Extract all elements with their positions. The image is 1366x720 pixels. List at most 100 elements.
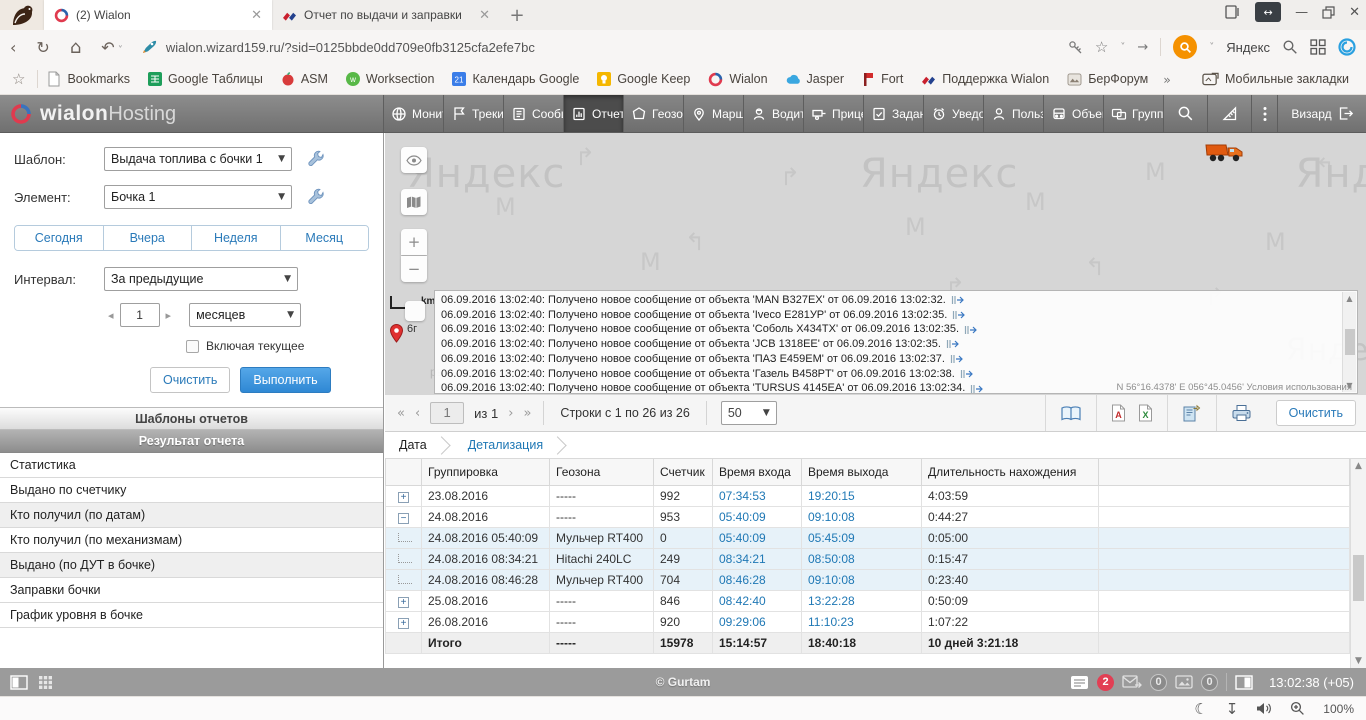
cell-time-out[interactable]: 09:10:08 <box>802 569 922 590</box>
col-counter[interactable]: Счетчик <box>654 459 713 485</box>
goto-message-icon[interactable] <box>950 354 964 364</box>
sound-icon[interactable] <box>1256 702 1272 715</box>
goto-message-icon[interactable] <box>964 325 978 335</box>
map-pin-icon[interactable] <box>389 323 404 343</box>
password-key-icon[interactable] <box>1068 40 1083 55</box>
bookmark-item[interactable]: Bookmarks <box>38 71 139 87</box>
tab-date[interactable]: Дата <box>385 438 433 452</box>
report-section-item[interactable]: Кто получил (по механизмам) <box>0 528 383 553</box>
more-menu-button[interactable] <box>1252 95 1278 132</box>
cell-time-in[interactable]: 08:46:28 <box>713 569 802 590</box>
table-row[interactable]: 24.08.2016 ----- 953 05:40:09 09:10:08 0… <box>386 506 1350 527</box>
page-size-select[interactable]: 50▼ <box>721 401 777 425</box>
find-icon[interactable] <box>1282 39 1298 55</box>
browser-tab[interactable]: Отчет по выдачи и заправки ✕ <box>272 0 500 30</box>
expand-toggle[interactable] <box>398 575 412 584</box>
templates-section-header[interactable]: Шаблоны отчетов <box>0 407 383 430</box>
bookmark-item[interactable]: Поддержка Wialon <box>912 72 1058 86</box>
export-pdf-button[interactable]: A X <box>1096 395 1167 431</box>
zoom-out-button[interactable]: − <box>401 256 427 282</box>
period-button[interactable]: Неделя <box>192 226 281 250</box>
table-row[interactable]: 23.08.2016 ----- 992 07:34:53 19:20:15 4… <box>386 485 1350 506</box>
apps-grid-icon[interactable] <box>1310 39 1326 55</box>
next-page-button[interactable]: › <box>508 406 513 421</box>
print-button[interactable] <box>1216 395 1266 431</box>
toggle-right-panel-icon[interactable] <box>1235 675 1253 690</box>
logout-button[interactable]: Визард <box>1278 95 1366 132</box>
clear-report-button[interactable]: Очистить <box>1276 400 1356 426</box>
cell-time-out[interactable]: 19:20:15 <box>802 485 922 506</box>
report-section-item[interactable]: Выдано (по ДУТ в бочке) <box>0 553 383 578</box>
bookmark-item[interactable]: БерФорум <box>1058 72 1157 86</box>
report-view-button[interactable] <box>1045 395 1096 431</box>
report-section-item[interactable]: Кто получил (по датам) <box>0 503 383 528</box>
nav-tab[interactable]: Геозон <box>624 95 684 132</box>
interval-select[interactable]: За предыдущие▼ <box>104 267 298 291</box>
search-engine-chevron-icon[interactable]: ˅ <box>1209 42 1214 53</box>
tab-detail[interactable]: Детализация <box>454 438 549 452</box>
table-row[interactable]: 24.08.2016 08:46:28 Мульчер RT400 704 08… <box>386 569 1350 590</box>
bookmark-item[interactable]: 21 Календарь Google <box>443 72 588 86</box>
cell-time-in[interactable]: 08:34:21 <box>713 548 802 569</box>
truck-unit-icon[interactable] <box>1204 137 1246 165</box>
bookmark-item[interactable]: Wialon <box>699 72 776 87</box>
cell-time-in[interactable]: 05:40:09 <box>713 527 802 548</box>
first-page-button[interactable]: « <box>397 406 405 421</box>
bookmarks-overflow-button[interactable]: » <box>1157 72 1177 87</box>
col-group[interactable]: Группировка <box>422 459 550 485</box>
cell-time-out[interactable]: 05:45:09 <box>802 527 922 548</box>
nav-tab[interactable]: Отчеты <box>564 95 624 132</box>
nav-tab[interactable]: Объект <box>1044 95 1104 132</box>
last-page-button[interactable]: » <box>523 406 531 421</box>
star-icon[interactable]: ☆ <box>0 70 37 88</box>
goto-message-icon[interactable] <box>970 384 984 394</box>
chevron-down-icon[interactable]: ˅ <box>1120 42 1125 53</box>
result-section-header[interactable]: Результат отчета <box>0 430 383 453</box>
cell-time-out[interactable]: 11:10:23 <box>802 611 922 632</box>
tab-close-icon[interactable]: ✕ <box>479 8 490 23</box>
nav-tab[interactable]: Прицеп <box>804 95 864 132</box>
report-section-item[interactable]: График уровня в бочке <box>0 603 383 628</box>
execute-button[interactable]: Выполнить <box>240 367 330 393</box>
report-section-item[interactable]: Заправки бочки <box>0 578 383 603</box>
nav-tab[interactable]: Маршру <box>684 95 744 132</box>
cell-time-out[interactable]: 09:10:08 <box>802 506 922 527</box>
cell-time-in[interactable]: 08:42:40 <box>713 590 802 611</box>
goto-message-icon[interactable] <box>960 369 974 379</box>
table-row[interactable]: 24.08.2016 08:34:21 Hitachi 240LC 249 08… <box>386 548 1350 569</box>
expand-toggle[interactable] <box>398 533 412 542</box>
ruler-tool-button[interactable] <box>1208 95 1252 132</box>
bookmark-item[interactable]: Google Keep <box>588 72 699 86</box>
browser-tab[interactable]: (2) Wialon ✕ <box>44 0 272 30</box>
nav-tab[interactable]: Уведом <box>924 95 984 132</box>
yandex-search-button[interactable] <box>1173 35 1197 59</box>
bookmark-item[interactable]: ASM <box>272 72 337 86</box>
increment-icon[interactable]: ▸ <box>166 309 172 322</box>
table-row[interactable]: 25.08.2016 ----- 846 08:42:40 13:22:28 0… <box>386 590 1350 611</box>
table-row[interactable]: Итого ----- 15978 15:14:57 18:40:18 10 д… <box>386 632 1350 653</box>
export-report-button[interactable] <box>1167 395 1216 431</box>
period-button[interactable]: Вчера <box>104 226 193 250</box>
map[interactable]: М↱↰ММ↱М↰М↱М↰М↱ Яндекс Яндекс Яндекс Янде… <box>385 133 1366 395</box>
uc-browser-logo[interactable] <box>0 0 44 30</box>
cell-time-in[interactable]: 07:34:53 <box>713 485 802 506</box>
expand-toggle[interactable] <box>398 618 409 629</box>
configure-unit-icon[interactable] <box>306 187 326 207</box>
interval-unit-select[interactable]: месяцев▼ <box>189 303 301 327</box>
expand-toggle[interactable] <box>398 513 409 524</box>
table-row[interactable]: 26.08.2016 ----- 920 09:29:06 11:10:23 1… <box>386 611 1350 632</box>
visibility-eye-button[interactable] <box>401 147 427 173</box>
messages-icon[interactable] <box>1070 675 1089 690</box>
expand-toggle[interactable] <box>398 554 412 563</box>
downloads-icon[interactable]: ↧ <box>1226 700 1239 718</box>
restore-button[interactable] <box>1322 6 1335 19</box>
bookmark-item[interactable]: Google Таблицы <box>139 72 272 86</box>
table-row[interactable]: 24.08.2016 05:40:09 Мульчер RT400 0 05:4… <box>386 527 1350 548</box>
col-duration[interactable]: Длительность нахождения <box>922 459 1099 485</box>
expand-toggle[interactable] <box>398 492 409 503</box>
bookmark-item[interactable]: Fort <box>853 72 912 86</box>
clear-button[interactable]: Очистить <box>150 367 230 393</box>
cell-time-out[interactable]: 18:40:18 <box>802 632 922 653</box>
reading-mode-icon[interactable] <box>1225 5 1241 19</box>
zoom-in-button[interactable]: + <box>401 229 427 255</box>
